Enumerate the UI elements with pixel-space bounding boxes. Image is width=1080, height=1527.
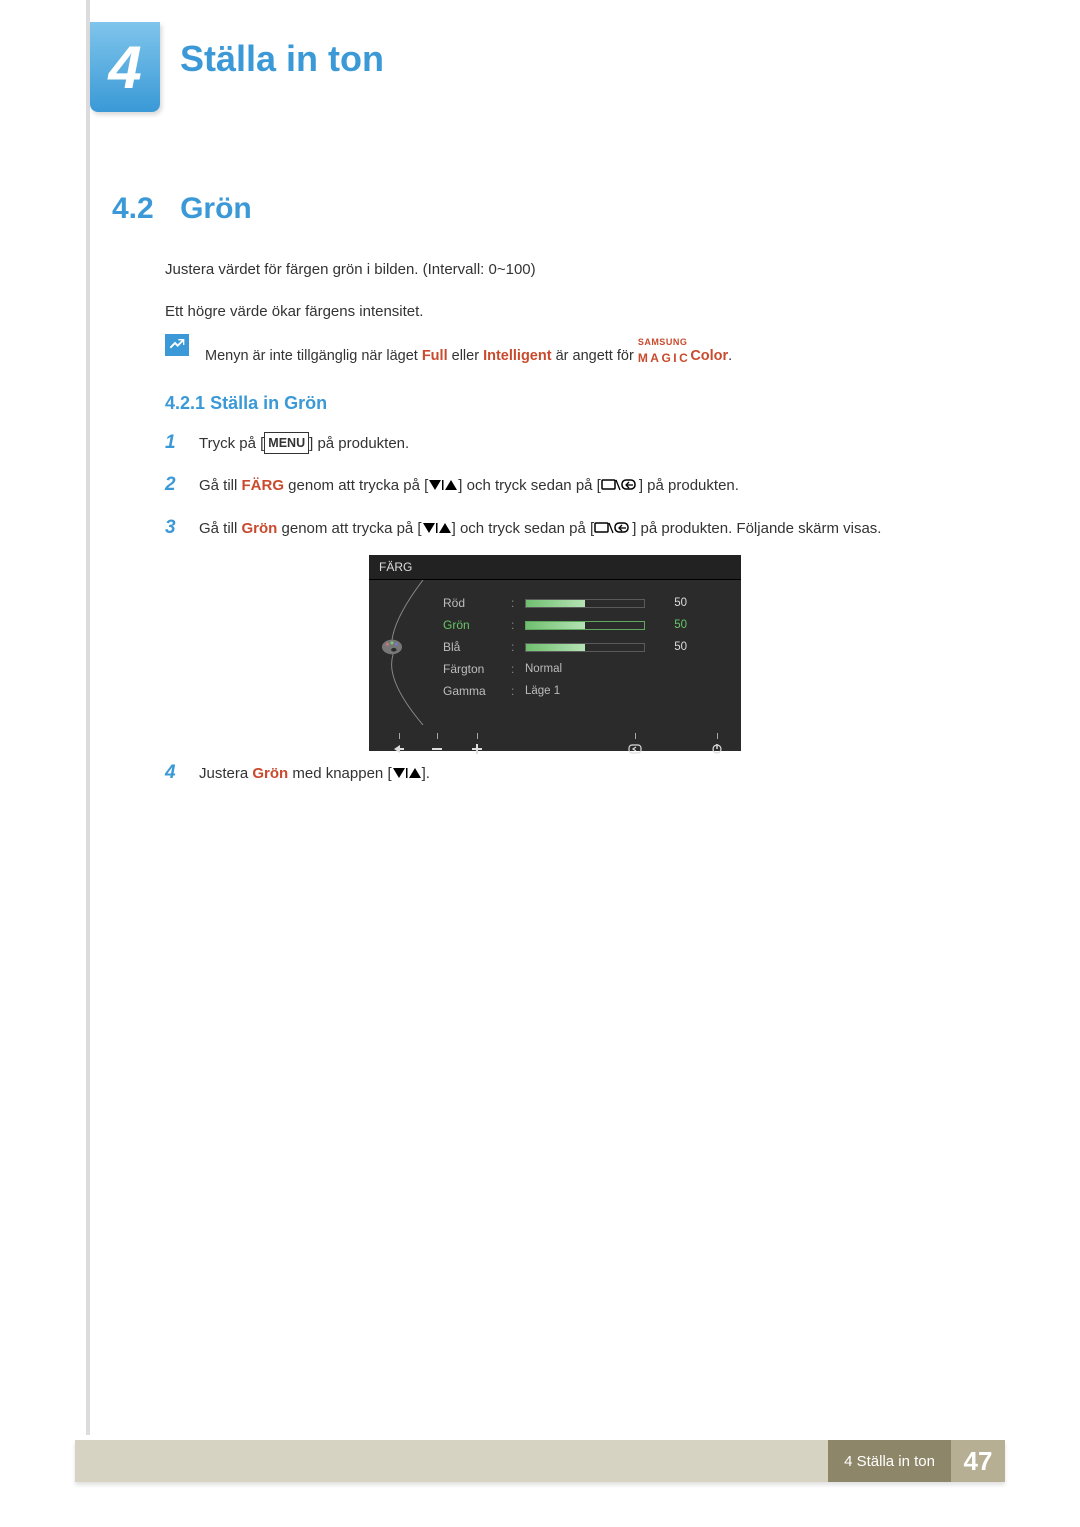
- footer-section-label: 4 Ställa in ton: [828, 1440, 951, 1482]
- back-icon: [392, 744, 406, 754]
- down-up-arrow-icon: [428, 476, 458, 490]
- source-enter-icon: [594, 519, 632, 533]
- osd-panel: FÄRG Röd : 50 Grön : 50: [369, 555, 741, 751]
- intro-text: Justera värdet för färgen grön i bilden.…: [165, 258, 536, 342]
- subsection-title: Ställa in Grön: [210, 393, 327, 413]
- step-1: 1 Tryck på [MENU] på produkten.: [165, 428, 925, 458]
- left-stripe: [86, 0, 90, 1435]
- footer-bar: 4 Ställa in ton 47: [75, 1440, 1005, 1482]
- note-icon: [165, 334, 189, 356]
- footer-spacer: [75, 1440, 828, 1482]
- osd-row-blue: Blå : 50: [443, 636, 727, 658]
- subsection-number: 4.2.1: [165, 393, 205, 413]
- step-2: 2 Gå till FÄRG genom att trycka på [] oc…: [165, 470, 925, 500]
- note-block: Menyn är inte tillgänglig när läget Full…: [165, 334, 732, 366]
- menu-button-label: MENU: [264, 432, 309, 454]
- subsection-heading: 4.2.1 Ställa in Grön: [165, 393, 327, 414]
- step-3: 3 Gå till Grön genom att trycka på [] oc…: [165, 513, 925, 543]
- plus-icon: [470, 744, 484, 754]
- footer-page-number: 47: [951, 1440, 1005, 1482]
- osd-row-gamma: Gamma : Läge 1: [443, 680, 727, 702]
- osd-row-tone: Färgton : Normal: [443, 658, 727, 680]
- source-enter-icon: [601, 476, 639, 490]
- note-text: Menyn är inte tillgänglig när läget Full…: [205, 334, 732, 366]
- step-4: 4 Justera Grön med knappen [].: [165, 758, 925, 800]
- osd-body: Röd : 50 Grön : 50 Blå : 50 Färgton : No…: [369, 580, 741, 725]
- osd-title: FÄRG: [369, 555, 741, 580]
- palette-icon: [381, 638, 403, 656]
- section-heading: 4.2 Grön: [112, 192, 252, 226]
- intro-line1: Justera värdet för färgen grön i bilden.…: [165, 258, 536, 282]
- minus-icon: [430, 744, 444, 754]
- green-slider: [525, 621, 645, 630]
- steps-list: 1 Tryck på [MENU] på produkten. 2 Gå til…: [165, 428, 925, 555]
- page-title: Ställa in ton: [180, 38, 384, 80]
- section-number: 4.2: [112, 192, 154, 225]
- intro-line2: Ett högre värde ökar färgens intensitet.: [165, 300, 536, 324]
- power-icon: [710, 744, 724, 754]
- section-title: Grön: [180, 192, 252, 225]
- blue-slider: [525, 643, 645, 652]
- chapter-badge: 4: [90, 22, 160, 112]
- chapter-number: 4: [108, 33, 141, 102]
- red-slider: [525, 599, 645, 608]
- down-up-arrow-icon: [392, 764, 422, 778]
- osd-row-green: Grön : 50: [443, 614, 727, 636]
- osd-footer: [369, 725, 741, 751]
- down-up-arrow-icon: [422, 519, 452, 533]
- enter-icon: [628, 744, 642, 754]
- osd-row-red: Röd : 50: [443, 592, 727, 614]
- osd-screenshot: FÄRG Röd : 50 Grön : 50: [369, 555, 741, 751]
